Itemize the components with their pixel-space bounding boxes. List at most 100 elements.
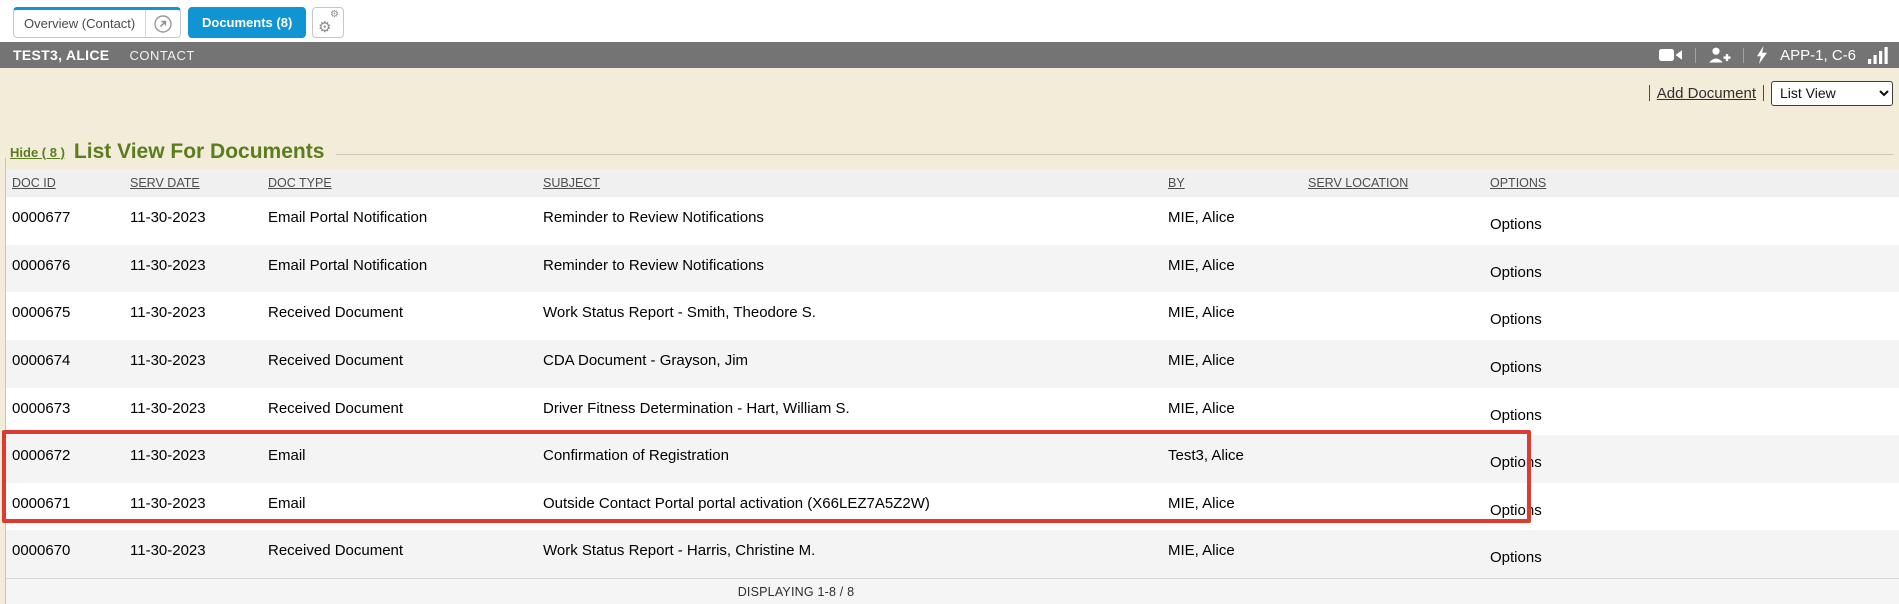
column-header-serv-location[interactable]: SERV LOCATION: [1308, 169, 1490, 197]
cell-serv-date: 11-30-2023: [130, 530, 268, 578]
view-select[interactable]: List View: [1771, 81, 1893, 106]
table-footer: DISPLAYING 1-8 / 8: [6, 578, 1899, 604]
cell-by: MIE, Alice: [1168, 245, 1308, 293]
cell-doc-type: Email Portal Notification: [268, 197, 543, 245]
panel-header: Hide ( 8 ) List View For Documents: [10, 140, 1893, 164]
cell-doc-id: 0000677: [6, 197, 130, 245]
cell-serv-date: 11-30-2023: [130, 245, 268, 293]
cell-serv-date: 11-30-2023: [130, 388, 268, 436]
options-link[interactable]: Options: [1490, 530, 1899, 578]
cell-by: MIE, Alice: [1168, 292, 1308, 340]
cell-doc-type: Email: [268, 435, 543, 483]
cell-doc-type: Email: [268, 483, 543, 531]
displaying-count: DISPLAYING 1-8 / 8: [6, 579, 1586, 599]
divider: [1743, 48, 1744, 63]
column-header-serv-date[interactable]: SERV DATE: [130, 169, 268, 197]
table-row: 0000671 11-30-2023 Email Outside Contact…: [6, 483, 1899, 531]
add-document-link[interactable]: Add Document: [1657, 85, 1756, 102]
options-link[interactable]: Options: [1490, 340, 1899, 388]
column-header-by[interactable]: BY: [1168, 169, 1308, 197]
cell-serv-date: 11-30-2023: [130, 340, 268, 388]
options-link[interactable]: Options: [1490, 245, 1899, 293]
cell-subject: Outside Contact Portal portal activation…: [543, 483, 1168, 531]
cell-serv-location: [1308, 435, 1490, 483]
tab-documents-label: Documents (8): [202, 15, 292, 30]
legend-line: [336, 154, 1893, 155]
table-body: 0000677 11-30-2023 Email Portal Notifica…: [6, 197, 1899, 578]
column-header-doc-id[interactable]: DOC ID: [6, 169, 130, 197]
cell-serv-date: 11-30-2023: [130, 483, 268, 531]
cell-serv-date: 11-30-2023: [130, 435, 268, 483]
gears-icon: ⚙⚙: [318, 13, 338, 33]
cell-subject: Confirmation of Registration: [543, 435, 1168, 483]
table-row: 0000670 11-30-2023 Received Document Wor…: [6, 530, 1899, 578]
cell-doc-id: 0000675: [6, 292, 130, 340]
table-row: 0000676 11-30-2023 Email Portal Notifica…: [6, 245, 1899, 293]
cell-subject: CDA Document - Grayson, Jim: [543, 340, 1168, 388]
video-camera-icon[interactable]: [1659, 48, 1683, 62]
cell-serv-location: [1308, 530, 1490, 578]
cell-serv-location: [1308, 245, 1490, 293]
options-link[interactable]: Options: [1490, 292, 1899, 340]
divider: [1695, 48, 1696, 63]
cell-by: Test3, Alice: [1168, 435, 1308, 483]
cell-doc-type: Received Document: [268, 292, 543, 340]
contact-type-label: CONTACT: [129, 48, 194, 63]
cell-doc-id: 0000674: [6, 340, 130, 388]
lightning-icon[interactable]: [1756, 46, 1768, 64]
cell-subject: Work Status Report - Harris, Christine M…: [543, 530, 1168, 578]
bar-chart-icon[interactable]: [1868, 47, 1889, 64]
cell-serv-location: [1308, 388, 1490, 436]
cell-serv-location: [1308, 197, 1490, 245]
cell-serv-location: [1308, 483, 1490, 531]
cell-doc-id: 0000673: [6, 388, 130, 436]
cell-subject: Work Status Report - Smith, Theodore S.: [543, 292, 1168, 340]
tab-overview-contact[interactable]: Overview (Contact): [13, 7, 181, 38]
cell-serv-date: 11-30-2023: [130, 197, 268, 245]
cell-by: MIE, Alice: [1168, 483, 1308, 531]
cell-doc-type: Email Portal Notification: [268, 245, 543, 293]
documents-toolbar: Add Document List View: [1649, 80, 1893, 106]
app-context-label: APP-1, C-6: [1780, 47, 1856, 64]
tab-overview-label: Overview (Contact): [14, 16, 145, 31]
divider: [1763, 85, 1764, 101]
cell-by: MIE, Alice: [1168, 197, 1308, 245]
options-link[interactable]: Options: [1490, 388, 1899, 436]
cell-doc-type: Received Document: [268, 388, 543, 436]
cell-subject: Reminder to Review Notifications: [543, 197, 1168, 245]
contact-name: TEST3, ALICE: [13, 47, 109, 63]
cell-serv-location: [1308, 292, 1490, 340]
cell-by: MIE, Alice: [1168, 340, 1308, 388]
cell-doc-id: 0000671: [6, 483, 130, 531]
cell-doc-id: 0000670: [6, 530, 130, 578]
options-link[interactable]: Options: [1490, 435, 1899, 483]
tab-settings-button[interactable]: ⚙⚙: [312, 7, 344, 38]
options-link[interactable]: Options: [1490, 197, 1899, 245]
cell-doc-type: Received Document: [268, 530, 543, 578]
cell-subject: Reminder to Review Notifications: [543, 245, 1168, 293]
cell-by: MIE, Alice: [1168, 530, 1308, 578]
table-row: 0000672 11-30-2023 Email Confirmation of…: [6, 435, 1899, 483]
hide-link[interactable]: Hide ( 8 ): [10, 145, 65, 160]
table-row: 0000677 11-30-2023 Email Portal Notifica…: [6, 197, 1899, 245]
table-row: 0000675 11-30-2023 Received Document Wor…: [6, 292, 1899, 340]
cell-subject: Driver Fitness Determination - Hart, Wil…: [543, 388, 1168, 436]
table-row: 0000674 11-30-2023 Received Document CDA…: [6, 340, 1899, 388]
tab-documents[interactable]: Documents (8): [188, 7, 306, 38]
options-link[interactable]: Options: [1490, 483, 1899, 531]
page-title: List View For Documents: [74, 140, 325, 164]
divider: [1649, 85, 1650, 101]
cell-serv-location: [1308, 340, 1490, 388]
column-header-options[interactable]: OPTIONS: [1490, 169, 1899, 197]
open-in-new-window-icon[interactable]: [145, 10, 180, 37]
cell-doc-id: 0000676: [6, 245, 130, 293]
cell-doc-id: 0000672: [6, 435, 130, 483]
column-header-subject[interactable]: SUBJECT: [543, 169, 1168, 197]
cell-doc-type: Received Document: [268, 340, 543, 388]
cell-by: MIE, Alice: [1168, 388, 1308, 436]
table-row: 0000673 11-30-2023 Received Document Dri…: [6, 388, 1899, 436]
context-bar: TEST3, ALICE CONTACT APP-1, C-6: [0, 42, 1899, 68]
tab-bar: Overview (Contact) Documents (8) ⚙⚙: [0, 0, 1899, 42]
column-header-doc-type[interactable]: DOC TYPE: [268, 169, 543, 197]
person-add-icon[interactable]: [1708, 47, 1731, 63]
